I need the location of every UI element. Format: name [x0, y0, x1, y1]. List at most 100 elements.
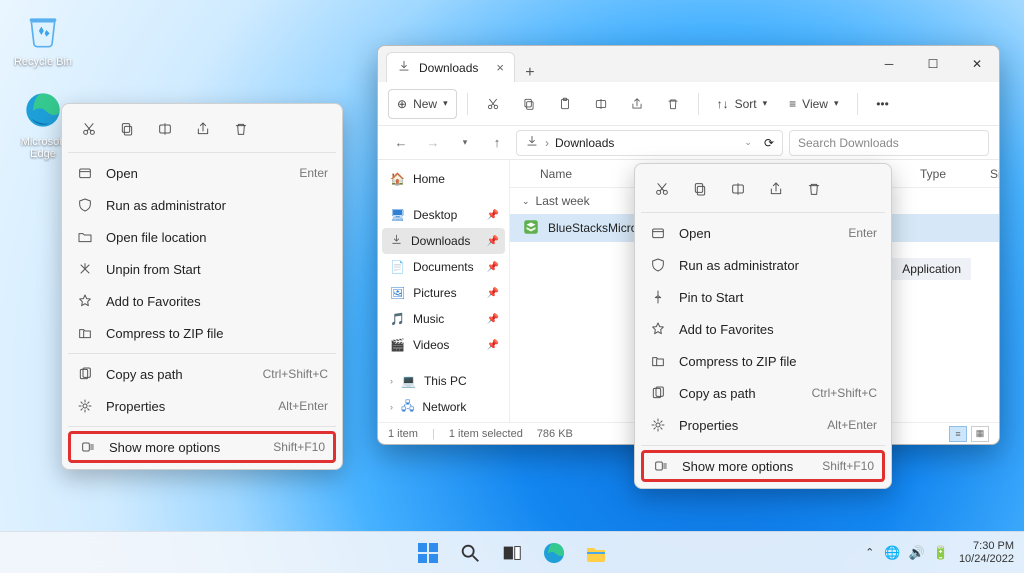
cut-icon[interactable] — [478, 89, 508, 119]
menu-copy-path[interactable]: Copy as pathCtrl+Shift+C — [68, 358, 336, 390]
videos-icon: 🎬 — [390, 338, 405, 352]
rename-icon[interactable] — [721, 174, 755, 204]
desktop-icon: 🖥 — [390, 208, 405, 222]
new-tab-button[interactable]: + — [515, 64, 545, 82]
menu-zip[interactable]: Compress to ZIP file — [68, 317, 336, 349]
title-bar: Downloads × + ─ ☐ ✕ — [378, 46, 999, 82]
sidebar-desktop[interactable]: 🖥Desktop📌 — [382, 202, 505, 228]
refresh-icon[interactable]: ⟳ — [764, 136, 774, 150]
sidebar-music[interactable]: 🎵Music📌 — [382, 306, 505, 332]
delete-icon[interactable] — [658, 89, 688, 119]
clock[interactable]: 7:30 PM 10/24/2022 — [959, 540, 1014, 565]
menu-properties[interactable]: PropertiesAlt+Enter — [68, 390, 336, 422]
menu-run-admin[interactable]: Run as administrator — [68, 189, 336, 221]
menu-zip[interactable]: Compress to ZIP file — [641, 345, 885, 377]
unpin-icon — [76, 261, 94, 277]
sidebar-videos[interactable]: 🎬Videos📌 — [382, 332, 505, 358]
share-icon[interactable] — [186, 114, 220, 144]
sidebar-home[interactable]: 🏠Home — [382, 166, 505, 192]
copy-icon[interactable] — [110, 114, 144, 144]
tab-close-icon[interactable]: × — [496, 60, 504, 75]
menu-favorites[interactable]: Add to Favorites — [68, 285, 336, 317]
col-type[interactable]: Type — [910, 167, 980, 181]
menu-open[interactable]: OpenEnter — [68, 157, 336, 189]
tray-chevron-icon[interactable]: ⌃ — [865, 546, 874, 559]
minimize-button[interactable]: ─ — [867, 46, 911, 82]
copy-path-icon — [76, 366, 94, 382]
properties-icon — [76, 398, 94, 414]
menu-pin-start[interactable]: Pin to Start — [641, 281, 885, 313]
pin-icon: 📌 — [487, 340, 499, 351]
cut-icon[interactable] — [72, 114, 106, 144]
paste-icon[interactable] — [550, 89, 580, 119]
menu-properties[interactable]: PropertiesAlt+Enter — [641, 409, 885, 441]
menu-show-more[interactable]: Show more optionsShift+F10 — [68, 431, 336, 463]
sidebar-thispc[interactable]: ›💻This PC — [382, 368, 505, 394]
share-icon[interactable] — [622, 89, 652, 119]
view-icon: ≡ — [789, 97, 796, 111]
menu-run-admin[interactable]: Run as administrator — [641, 249, 885, 281]
thispc-icon: 💻 — [401, 374, 416, 388]
search-input[interactable]: Search Downloads — [789, 130, 989, 156]
maximize-button[interactable]: ☐ — [911, 46, 955, 82]
col-size[interactable]: Size — [980, 167, 999, 181]
copy-icon[interactable] — [683, 174, 717, 204]
battery-icon[interactable]: 🔋 — [933, 545, 949, 561]
details-view-icon[interactable]: ≡ — [949, 426, 967, 442]
menu-show-more[interactable]: Show more optionsShift+F10 — [641, 450, 885, 482]
share-icon[interactable] — [759, 174, 793, 204]
context-quick-actions — [641, 170, 885, 213]
volume-icon[interactable]: 🔊 — [909, 545, 925, 561]
close-button[interactable]: ✕ — [955, 46, 999, 82]
tab-downloads[interactable]: Downloads × — [386, 52, 515, 82]
up-button[interactable]: ↑ — [484, 130, 510, 156]
open-icon — [649, 225, 667, 241]
properties-icon — [649, 417, 667, 433]
menu-favorites[interactable]: Add to Favorites — [641, 313, 885, 345]
chevron-down-icon[interactable]: ⌄ — [744, 137, 752, 148]
recycle-bin-desktop-icon[interactable]: Recycle Bin — [8, 8, 78, 68]
sidebar-pictures[interactable]: 🖼Pictures📌 — [382, 280, 505, 306]
network-icon[interactable]: 🌐 — [884, 545, 900, 561]
sort-button[interactable]: ↑↓Sort▾ — [709, 89, 776, 119]
pictures-icon: 🖼 — [390, 286, 405, 300]
cut-icon[interactable] — [645, 174, 679, 204]
task-view-button[interactable] — [494, 535, 530, 571]
explorer-taskbar-icon[interactable] — [578, 535, 614, 571]
forward-button[interactable]: → — [420, 130, 446, 156]
sidebar-network[interactable]: ›🖧Network — [382, 394, 505, 420]
start-button[interactable] — [410, 535, 446, 571]
rename-icon[interactable] — [148, 114, 182, 144]
pin-icon — [649, 289, 667, 305]
menu-unpin-start[interactable]: Unpin from Start — [68, 253, 336, 285]
address-bar: ← → ▾ ↑ › Downloads ⌄ ⟳ Search Downloads — [378, 126, 999, 160]
chevron-down-icon[interactable]: ▾ — [452, 130, 478, 156]
menu-copy-path[interactable]: Copy as pathCtrl+Shift+C — [641, 377, 885, 409]
breadcrumb[interactable]: › Downloads ⌄ ⟳ — [516, 130, 783, 156]
more-button[interactable]: ••• — [868, 89, 898, 119]
edge-taskbar-icon[interactable] — [536, 535, 572, 571]
pin-icon: 📌 — [487, 262, 499, 273]
plus-circle-icon: ⊕ — [397, 97, 407, 111]
menu-open-location[interactable]: Open file location — [68, 221, 336, 253]
edge-icon — [21, 88, 65, 132]
view-button[interactable]: ≡View▾ — [781, 89, 846, 119]
pin-icon: 📌 — [487, 210, 499, 221]
delete-icon[interactable] — [224, 114, 258, 144]
installer-icon — [522, 218, 540, 239]
delete-icon[interactable] — [797, 174, 831, 204]
pin-icon: 📌 — [487, 288, 499, 299]
chevron-down-icon: ⌄ — [522, 196, 530, 207]
menu-open[interactable]: OpenEnter — [641, 217, 885, 249]
status-selected: 1 item selected — [449, 428, 523, 440]
back-button[interactable]: ← — [388, 130, 414, 156]
sidebar-documents[interactable]: 📄Documents📌 — [382, 254, 505, 280]
sidebar-downloads[interactable]: Downloads📌 — [382, 228, 505, 254]
icons-view-icon[interactable]: ▦ — [971, 426, 989, 442]
folder-open-icon — [76, 229, 94, 245]
search-button[interactable] — [452, 535, 488, 571]
new-button[interactable]: ⊕New▾ — [388, 89, 457, 119]
rename-icon[interactable] — [586, 89, 616, 119]
copy-icon[interactable] — [514, 89, 544, 119]
open-icon — [76, 165, 94, 181]
